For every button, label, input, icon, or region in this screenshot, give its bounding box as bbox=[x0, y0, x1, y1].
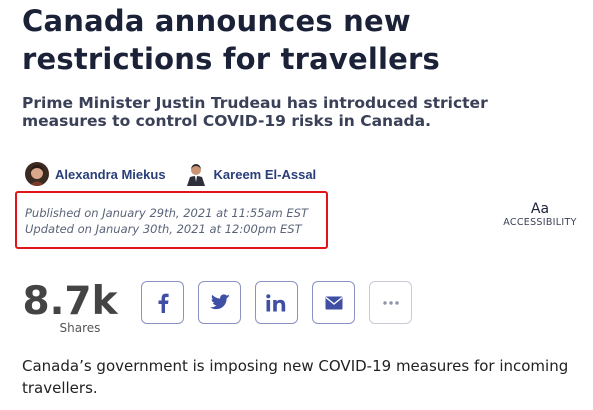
author-kareem-el-assal[interactable]: Kareem El-Assal bbox=[183, 162, 317, 186]
share-count: 8.7k Shares bbox=[22, 279, 118, 336]
share-twitter-button[interactable] bbox=[198, 281, 241, 324]
twitter-icon bbox=[209, 294, 230, 310]
share-more-button[interactable] bbox=[369, 281, 412, 324]
linkedin-icon bbox=[265, 293, 285, 311]
author-name[interactable]: Alexandra Miekus bbox=[55, 167, 166, 182]
article-headline: Canada announces new restrictions for tr… bbox=[22, 4, 441, 76]
share-buttons bbox=[141, 281, 426, 324]
updated-date: Updated on January 30th, 2021 at 12:00pm… bbox=[25, 222, 302, 236]
accessibility-label: ACCESSIBILITY bbox=[503, 217, 577, 228]
facebook-icon bbox=[158, 293, 169, 313]
share-count-number: 8.7k bbox=[22, 279, 118, 324]
share-linkedin-button[interactable] bbox=[255, 281, 298, 324]
author-name[interactable]: Kareem El-Assal bbox=[214, 167, 317, 182]
email-icon bbox=[325, 296, 342, 309]
share-email-button[interactable] bbox=[312, 281, 355, 324]
text-size-icon: Aa bbox=[530, 201, 550, 217]
article-subheadline: Prime Minister Justin Trudeau has introd… bbox=[22, 94, 488, 130]
highlight-box bbox=[15, 191, 328, 249]
author-avatar bbox=[183, 162, 208, 186]
published-date: Published on January 29th, 2021 at 11:55… bbox=[25, 206, 308, 220]
share-facebook-button[interactable] bbox=[141, 281, 184, 324]
accessibility-button[interactable]: Aa ACCESSIBILITY bbox=[497, 201, 583, 228]
author-avatar bbox=[25, 162, 49, 186]
author-list: Alexandra Miekus Kareem El-Assal bbox=[25, 161, 334, 187]
author-alexandra-miekus[interactable]: Alexandra Miekus bbox=[25, 162, 166, 186]
article-lead-paragraph: Canada’s government is imposing new COVI… bbox=[22, 357, 569, 397]
more-icon bbox=[382, 300, 399, 305]
